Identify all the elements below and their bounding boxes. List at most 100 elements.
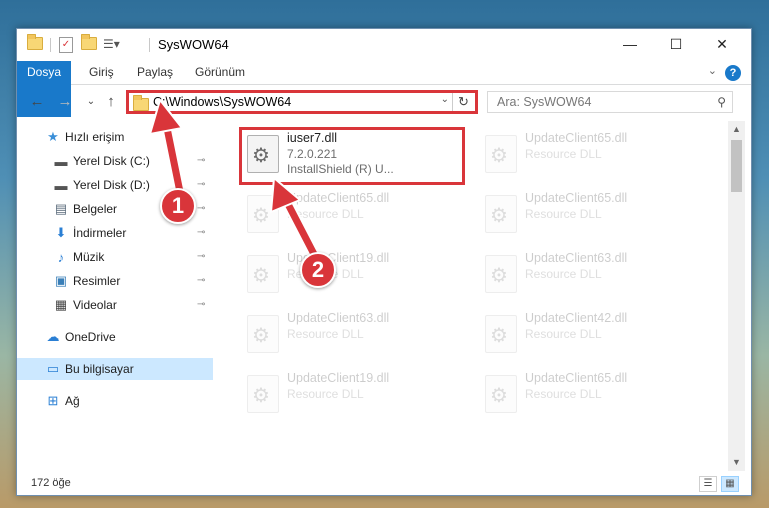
folder-icon [133, 95, 149, 111]
file-description: Resource DLL [287, 327, 364, 341]
sidebar-item-label: Yerel Disk (D:) [73, 178, 150, 192]
navigation-pane: ★ Hızlı erişim ▬ Yerel Disk (C:) ⊸ ▬ Yerel Dis… [17, 121, 213, 469]
forward-button[interactable]: → [55, 92, 75, 112]
dll-file-icon [247, 315, 279, 353]
tab-view[interactable]: Görünüm [187, 61, 253, 84]
file-item[interactable]: UpdateClient19.dllResource DLL [239, 247, 459, 303]
tab-share[interactable]: Paylaş [129, 61, 181, 84]
pin-icon[interactable]: ⊸ [197, 203, 205, 214]
star-icon: ★ [47, 129, 59, 144]
file-item[interactable]: UpdateClient65.dll Resource DLL [477, 187, 697, 243]
new-folder-icon[interactable] [81, 34, 97, 53]
pin-icon[interactable]: ⊸ [197, 155, 205, 166]
refresh-button[interactable]: ↻ [452, 93, 474, 111]
sidebar-item[interactable]: ▭ Bu bilgisayar [17, 358, 213, 380]
search-input[interactable]: Ara: SysWOW64 ⚲ [487, 91, 733, 113]
file-item[interactable]: UpdateClient42.dll Resource DLL [477, 307, 697, 363]
address-dropdown-icon[interactable]: ⌄ [441, 94, 449, 105]
collapse-ribbon-icon[interactable]: ⌄ [708, 64, 717, 77]
pin-icon[interactable]: ⊸ [197, 251, 205, 262]
dll-file-icon [247, 375, 279, 413]
step-2-badge: 2 [300, 252, 336, 288]
sidebar-item[interactable]: ▣ Resimler ⊸ [17, 270, 213, 292]
download-icon: ⬇ [55, 225, 67, 240]
sidebar-item[interactable]: ☁ OneDrive [17, 326, 213, 348]
dll-file-icon [247, 255, 279, 293]
divider [149, 38, 150, 52]
dll-file-icon [485, 195, 517, 233]
file-name: UpdateClient65.dll [525, 191, 628, 205]
item-count: 172 öğe [31, 477, 71, 489]
scroll-down-icon[interactable]: ▼ [728, 454, 745, 471]
sidebar-item-label: Belgeler [73, 202, 118, 216]
pin-icon[interactable]: ⊸ [197, 275, 205, 286]
details-view-button[interactable]: ☰ [699, 476, 717, 492]
file-description: Resource DLL [525, 207, 602, 221]
file-description: Resource DLL [525, 147, 602, 161]
file-list: iuser7.dll7.2.0.221InstallShield (R) U..… [215, 121, 729, 469]
sidebar-item[interactable]: ▦ Videolar ⊸ [17, 294, 213, 316]
file-name: UpdateClient65.dll [525, 371, 628, 385]
file-explorer-window: ✓ ☰▾ SysWOW64 — ☐ ✕ Dosya Giriş Paylaş G… [16, 28, 752, 496]
computer-icon: ▭ [46, 361, 60, 376]
up-button[interactable]: ↑ [101, 92, 121, 112]
file-name: UpdateClient19.dll [287, 371, 390, 385]
highlight-box [239, 127, 465, 185]
dll-file-icon [485, 375, 517, 413]
pin-icon[interactable]: ⊸ [197, 179, 205, 190]
sidebar-item-label: Hızlı erişim [65, 130, 125, 144]
ribbon-tabs: Dosya Giriş Paylaş Görünüm ⌄ ? [17, 61, 751, 117]
scrollbar-thumb[interactable] [731, 140, 742, 192]
file-description: Resource DLL [525, 387, 602, 401]
sidebar-item-label: Ağ [65, 394, 80, 408]
sidebar-item[interactable]: ♪ Müzik ⊸ [17, 246, 213, 268]
dll-file-icon [485, 255, 517, 293]
large-icons-view-button[interactable]: ▦ [721, 476, 739, 492]
file-description: Resource DLL [525, 327, 602, 341]
file-name: UpdateClient42.dll [525, 311, 628, 325]
address-row: ← → ⌄ ↑ C:\Windows\SysWOW64 ⌄ ↻ Ara: Sys… [17, 86, 751, 118]
vertical-scrollbar[interactable]: ▲ ▼ [728, 121, 745, 471]
sidebar-item-label: İndirmeler [73, 226, 127, 240]
recent-locations-button[interactable]: ⌄ [81, 92, 101, 112]
file-item[interactable]: UpdateClient65.dll Resource DLL [239, 187, 459, 243]
file-item[interactable]: UpdateClient65.dll Resource DLL [477, 367, 697, 423]
sidebar-item-label: Müzik [73, 250, 105, 264]
file-item[interactable]: UpdateClient65.dll Resource DLL [477, 127, 697, 183]
sidebar-item-label: Videolar [73, 298, 117, 312]
address-bar[interactable]: C:\Windows\SysWOW64 ⌄ ↻ [126, 90, 478, 114]
dll-file-icon [247, 195, 279, 233]
properties-icon[interactable]: ✓ [59, 37, 73, 53]
videos-icon: ▦ [54, 297, 68, 312]
minimize-button[interactable]: — [607, 29, 653, 59]
file-item[interactable]: UpdateClient63.dll Resource DLL [239, 307, 459, 363]
back-button[interactable]: ← [27, 92, 47, 112]
close-button[interactable]: ✕ [699, 29, 745, 59]
help-icon[interactable]: ? [725, 65, 741, 81]
tab-home[interactable]: Giriş [81, 61, 122, 84]
window-title: SysWOW64 [158, 37, 229, 52]
sidebar-item[interactable]: ⊞ Ağ [17, 390, 213, 412]
dll-file-icon [485, 315, 517, 353]
sidebar-item-label: Resimler [73, 274, 121, 288]
sidebar-item[interactable]: ⬇ İndirmeler ⊸ [17, 222, 213, 244]
pictures-icon: ▣ [54, 273, 68, 288]
sidebar-item-label: Bu bilgisayar [65, 362, 134, 376]
scroll-up-icon[interactable]: ▲ [728, 121, 745, 138]
pin-icon[interactable]: ⊸ [197, 227, 205, 238]
divider [50, 38, 51, 52]
file-description: Resource DLL [287, 387, 364, 401]
file-name: UpdateClient63.dll [287, 311, 390, 325]
address-path[interactable]: C:\Windows\SysWOW64 [153, 95, 291, 109]
sidebar-item[interactable]: ★ Hızlı erişim [17, 126, 213, 148]
file-item[interactable]: UpdateClient19.dll Resource DLL [239, 367, 459, 423]
search-icon[interactable]: ⚲ [717, 95, 726, 109]
file-name: UpdateClient63.dll [525, 251, 628, 265]
onedrive-icon: ☁ [46, 329, 60, 344]
pin-icon[interactable]: ⊸ [197, 299, 205, 310]
sidebar-item[interactable]: ▬ Yerel Disk (C:) ⊸ [17, 150, 213, 172]
customize-toolbar-icon[interactable]: ☰▾ [103, 37, 120, 53]
maximize-button[interactable]: ☐ [653, 29, 699, 59]
file-item[interactable]: UpdateClient63.dll Resource DLL [477, 247, 697, 303]
file-name: UpdateClient65.dll [525, 131, 628, 145]
